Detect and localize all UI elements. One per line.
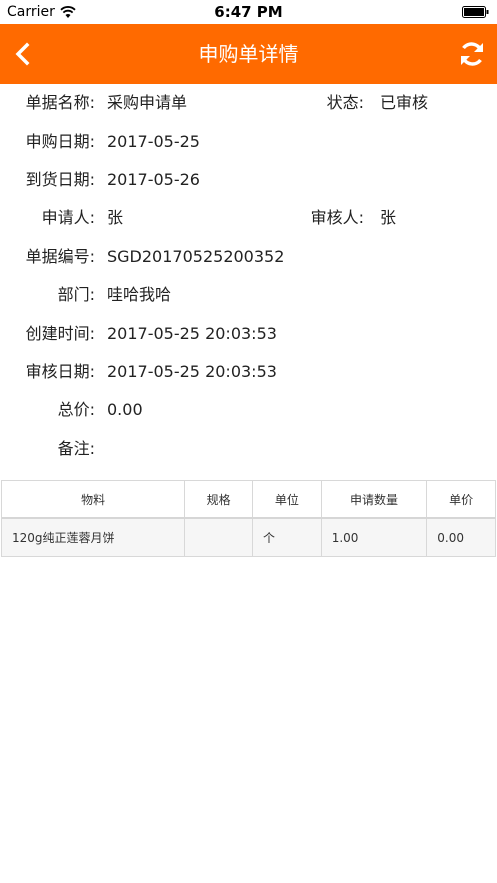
arrival-date-label: 到货日期: <box>25 170 95 189</box>
row-created: 创建时间: 2017-05-25 20:03:53 <box>0 315 497 353</box>
row-applicant: 申请人: 张 审核人: 张 <box>0 199 497 237</box>
row-total: 总价: 0.00 <box>0 391 497 429</box>
status-label: 状态: <box>326 93 364 112</box>
created-label: 创建时间: <box>25 324 95 343</box>
col-header-material: 物料 <box>2 481 186 517</box>
total-label: 总价: <box>57 400 95 419</box>
row-review-date: 审核日期: 2017-05-25 20:03:53 <box>0 353 497 391</box>
status-time: 6:47 PM <box>214 3 283 21</box>
col-header-spec: 规格 <box>185 481 253 517</box>
row-dept: 部门: 哇哈我哈 <box>0 276 497 314</box>
created-value: 2017-05-25 20:03:53 <box>107 324 277 343</box>
reviewer-label: 审核人: <box>310 208 364 227</box>
status-value: 已审核 <box>380 93 429 112</box>
material-table: 物料 规格 单位 申请数量 单价 120g纯正莲蓉月饼 个 1.00 0.00 <box>1 480 496 557</box>
col-header-price: 单价 <box>449 492 474 507</box>
doc-name-label: 单据名称: <box>25 93 95 112</box>
applicant-value: 张 <box>107 208 124 227</box>
apply-date-label: 申购日期: <box>25 132 95 151</box>
refresh-icon[interactable] <box>457 39 487 69</box>
chevron-left-icon[interactable] <box>10 40 38 68</box>
doc-name-value: 采购申请单 <box>107 93 188 112</box>
row-apply-date: 申购日期: 2017-05-25 <box>0 123 497 161</box>
review-date-value: 2017-05-25 20:03:53 <box>107 362 277 381</box>
arrival-date-value: 2017-05-26 <box>107 170 200 189</box>
dept-label: 部门: <box>57 285 95 304</box>
row-remark: 备注: <box>0 430 497 468</box>
cell-unit: 个 <box>253 519 322 556</box>
doc-no-value: SGD20170525200352 <box>107 247 285 266</box>
nav-bar: 申购单详情 <box>0 24 497 84</box>
review-date-label: 审核日期: <box>25 362 95 381</box>
applicant-label: 申请人: <box>41 208 95 227</box>
battery-icon <box>462 6 489 18</box>
table-row[interactable]: 120g纯正莲蓉月饼 个 1.00 0.00 <box>2 519 495 556</box>
col-header-unit: 单位 <box>253 481 322 517</box>
cell-material: 120g纯正莲蓉月饼 <box>2 519 186 556</box>
doc-no-label: 单据编号: <box>25 247 95 266</box>
dept-value: 哇哈我哈 <box>107 285 172 304</box>
row-doc-no: 单据编号: SGD20170525200352 <box>0 238 497 276</box>
remark-label: 备注: <box>57 439 95 458</box>
cell-quantity: 1.00 <box>322 519 428 556</box>
cell-price: 0.00 <box>437 530 464 545</box>
row-doc-name: 单据名称: 采购申请单 状态: 已审核 <box>0 84 497 122</box>
col-header-quantity: 申请数量 <box>322 481 428 517</box>
cell-spec <box>185 519 253 556</box>
total-value: 0.00 <box>107 400 143 419</box>
status-bar: Carrier 6:47 PM <box>0 0 497 24</box>
page-title: 申购单详情 <box>198 42 299 66</box>
row-arrival-date: 到货日期: 2017-05-26 <box>0 161 497 199</box>
apply-date-value: 2017-05-25 <box>107 132 200 151</box>
table-header: 物料 规格 单位 申请数量 单价 <box>2 481 495 519</box>
reviewer-value: 张 <box>380 208 397 227</box>
